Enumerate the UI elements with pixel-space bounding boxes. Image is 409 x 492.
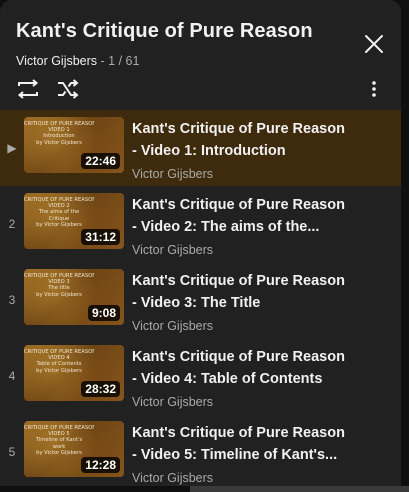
video-title[interactable]: Kant's Critique of Pure Reason - Video 5… <box>132 422 350 466</box>
thumbnail-text: CRITIQUE OF PURE REASON VIDEO 3 The titl… <box>24 273 94 298</box>
playlist-position: 1 / 61 <box>108 54 140 68</box>
playlist-item-4[interactable]: 4 CRITIQUE OF PURE REASON VIDEO 4 Table … <box>0 338 401 414</box>
video-thumbnail[interactable]: CRITIQUE OF PURE REASON VIDEO 5 Timeline… <box>24 421 124 477</box>
playlist-header: Kant's Critique of Pure Reason Victor Gi… <box>0 0 401 108</box>
video-thumbnail[interactable]: CRITIQUE OF PURE REASON VIDEO 4 Table of… <box>24 345 124 401</box>
playlist-subline: Victor Gijsbers - 1 / 61 <box>16 54 139 68</box>
thumbnail-line: by Victor Gijsbers <box>36 221 82 228</box>
close-icon <box>365 35 383 53</box>
thumbnail-line: by Victor Gijsbers <box>36 367 82 374</box>
playlist-title[interactable]: Kant's Critique of Pure Reason <box>16 20 313 43</box>
playlist-item-3[interactable]: 3 CRITIQUE OF PURE REASON VIDEO 3 The ti… <box>0 262 401 338</box>
playlist-item-1[interactable]: ▶ CRITIQUE OF PURE REASON VIDEO 1 Introd… <box>0 110 401 186</box>
more-options-button[interactable] <box>364 78 384 100</box>
page-background-edge <box>401 0 409 492</box>
thumbnail-text: CRITIQUE OF PURE REASON VIDEO 4 Table of… <box>24 349 94 374</box>
loop-button[interactable] <box>15 78 41 100</box>
more-vert-icon <box>372 81 376 97</box>
close-button[interactable] <box>360 30 388 58</box>
page-background-bottom <box>0 486 409 492</box>
video-title[interactable]: Kant's Critique of Pure Reason - Video 3… <box>132 270 350 314</box>
thumbnail-text: CRITIQUE OF PURE REASON VIDEO 5 Timeline… <box>24 425 94 456</box>
playlist-owner[interactable]: Victor Gijsbers <box>16 54 97 68</box>
video-channel: Victor Gijsbers <box>132 395 214 409</box>
video-title[interactable]: Kant's Critique of Pure Reason - Video 1… <box>132 118 350 162</box>
playlist-separator: - <box>97 54 109 68</box>
video-thumbnail[interactable]: CRITIQUE OF PURE REASON VIDEO 1 Introduc… <box>24 117 124 173</box>
playlist-item-2[interactable]: 2 CRITIQUE OF PURE REASON VIDEO 2 The ai… <box>0 186 401 262</box>
duration-badge: 12:28 <box>81 457 120 473</box>
duration-badge: 9:08 <box>87 305 120 321</box>
video-title[interactable]: Kant's Critique of Pure Reason - Video 2… <box>132 194 350 238</box>
play-indicator-icon: ▶ <box>7 141 17 155</box>
item-index: 3 <box>8 293 16 307</box>
video-thumbnail[interactable]: CRITIQUE OF PURE REASON VIDEO 3 The titl… <box>24 269 124 325</box>
shuffle-button[interactable] <box>55 78 81 100</box>
thumbnail-line: by Victor Gijsbers <box>36 449 82 456</box>
video-title[interactable]: Kant's Critique of Pure Reason - Video 4… <box>132 346 350 390</box>
thumbnail-text: CRITIQUE OF PURE REASON VIDEO 2 The aims… <box>24 197 94 228</box>
video-channel: Victor Gijsbers <box>132 243 214 257</box>
playlist-panel: Kant's Critique of Pure Reason Victor Gi… <box>0 0 401 492</box>
playlist-item-5[interactable]: 5 CRITIQUE OF PURE REASON VIDEO 5 Timeli… <box>0 414 401 490</box>
thumbnail-line: by Victor Gijsbers <box>36 291 82 298</box>
item-index: 4 <box>8 369 16 383</box>
loop-icon <box>17 79 39 99</box>
item-index: 2 <box>8 217 16 231</box>
shuffle-icon <box>58 79 79 99</box>
thumbnail-text: CRITIQUE OF PURE REASON VIDEO 1 Introduc… <box>24 121 94 146</box>
duration-badge: 28:32 <box>81 381 120 397</box>
thumbnail-line: by Victor Gijsbers <box>36 139 82 146</box>
video-channel: Victor Gijsbers <box>132 167 214 181</box>
video-channel: Victor Gijsbers <box>132 319 214 333</box>
video-channel: Victor Gijsbers <box>132 471 214 485</box>
item-index: 5 <box>8 445 16 459</box>
duration-badge: 31:12 <box>81 229 120 245</box>
video-thumbnail[interactable]: CRITIQUE OF PURE REASON VIDEO 2 The aims… <box>24 193 124 249</box>
duration-badge: 22:46 <box>81 153 120 169</box>
